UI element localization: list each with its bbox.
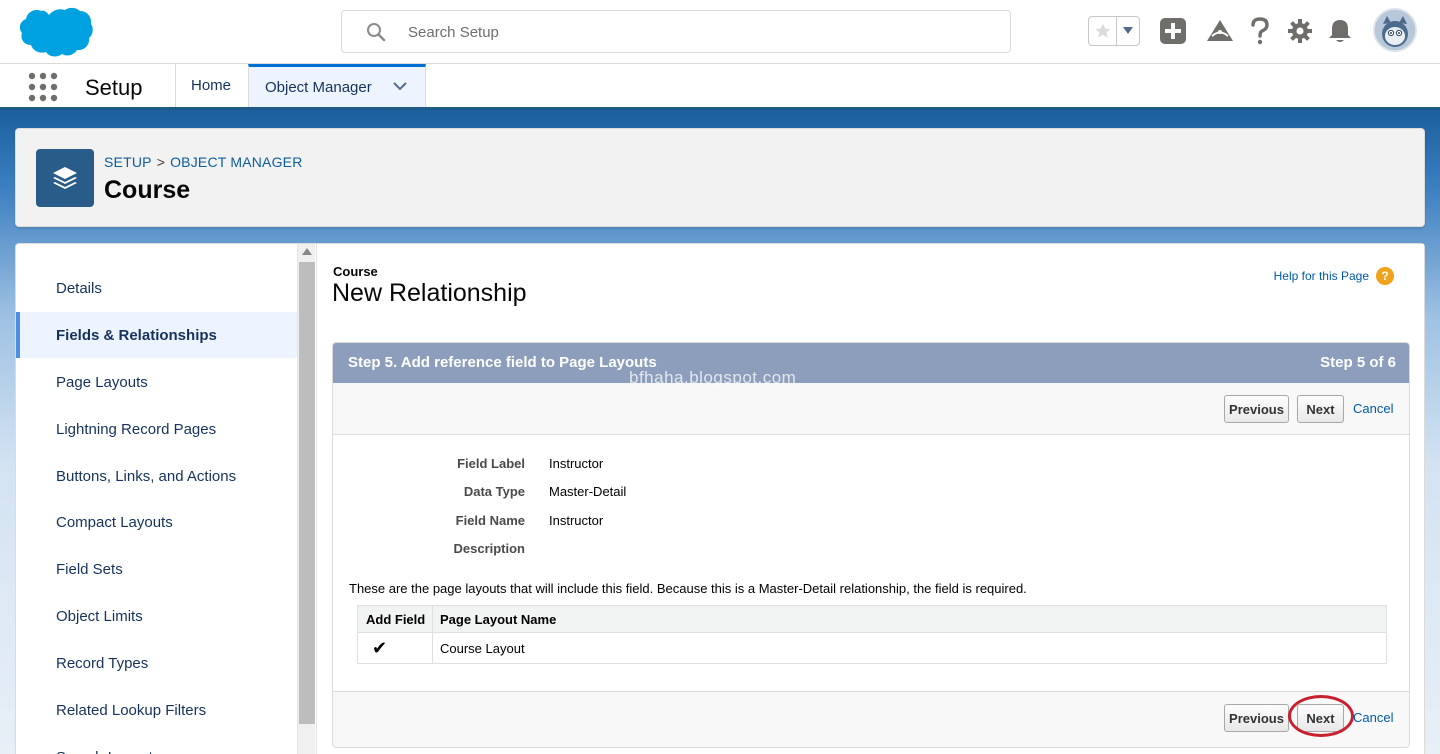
breadcrumb-separator: >: [156, 154, 166, 170]
favorites-group: [1088, 16, 1140, 46]
breadcrumb-object-manager[interactable]: OBJECT MANAGER: [170, 154, 302, 170]
previous-button[interactable]: Previous: [1224, 395, 1289, 423]
sidebar-item-compact-layouts[interactable]: Compact Layouts: [16, 499, 297, 545]
step-title: Step 5. Add reference field to Page Layo…: [348, 354, 657, 371]
page-layout-table: Add Field Page Layout Name ✔ Course Layo…: [357, 605, 1387, 664]
global-actions-plus-icon[interactable]: [1158, 16, 1188, 46]
sidebar-scrollbar[interactable]: [297, 244, 315, 754]
sidebar-item-field-sets[interactable]: Field Sets: [16, 546, 297, 592]
table-row: ✔ Course Layout: [358, 633, 1386, 663]
app-launcher-icon[interactable]: [28, 72, 58, 102]
previous-button[interactable]: Previous: [1224, 704, 1289, 732]
field-name-value: Instructor: [549, 513, 604, 528]
field-name-label: Field Name: [455, 513, 525, 528]
step-counter: Step 5 of 6: [1320, 354, 1396, 371]
global-header: [0, 0, 1440, 64]
sidebar-item-page-layouts[interactable]: Page Layouts: [16, 359, 297, 405]
tab-home[interactable]: Home: [175, 64, 248, 107]
object-label: Course: [333, 264, 378, 279]
help-icon[interactable]: [1245, 16, 1275, 46]
scroll-thumb[interactable]: [299, 262, 315, 724]
sidebar-item-search-layouts[interactable]: Search Layouts: [16, 734, 297, 754]
chevron-down-icon[interactable]: [393, 79, 407, 93]
sidebar-item-lightning-record-pages[interactable]: Lightning Record Pages: [16, 406, 297, 452]
step-body: Field Label Instructor Data Type Master-…: [333, 435, 1409, 691]
next-button[interactable]: Next: [1297, 395, 1344, 423]
help-question-icon: ?: [1376, 267, 1394, 285]
info-text: These are the page layouts that will inc…: [349, 581, 1027, 596]
sidebar-item-fields-relationships[interactable]: Fields & Relationships: [16, 312, 297, 358]
help-link-label: Help for this Page: [1273, 269, 1369, 283]
tab-object-manager[interactable]: Object Manager: [248, 64, 426, 107]
favorites-star-icon[interactable]: [1089, 17, 1117, 45]
top-button-row: Previous Next Cancel: [333, 383, 1409, 435]
app-nav-bar: Setup Home Object Manager: [0, 64, 1440, 110]
notifications-bell-icon[interactable]: [1325, 16, 1355, 46]
data-type-label: Data Type: [463, 484, 525, 499]
help-link[interactable]: Help for this Page ?: [1274, 267, 1394, 285]
sidebar-item-related-lookup-filters[interactable]: Related Lookup Filters: [16, 687, 297, 733]
breadcrumb: SETUP > OBJECT MANAGER: [104, 154, 303, 170]
field-label-value: Instructor: [549, 456, 604, 471]
step-header: Step 5. Add reference field to Page Layo…: [333, 343, 1409, 383]
search-input[interactable]: [408, 20, 988, 44]
description-label: Description: [453, 541, 525, 556]
table-header-row: Add Field Page Layout Name: [358, 606, 1386, 633]
user-avatar[interactable]: [1373, 8, 1417, 52]
field-label-label: Field Label: [457, 456, 525, 471]
search-box[interactable]: [341, 10, 1011, 53]
object-title: Course: [104, 176, 191, 204]
checkmark-icon[interactable]: ✔: [372, 638, 387, 659]
page-title: New Relationship: [332, 279, 527, 307]
tab-home-label: Home: [191, 77, 232, 94]
add-field-cell: ✔: [358, 633, 433, 663]
column-header-page-layout-name: Page Layout Name: [440, 611, 557, 627]
column-header-add-field: Add Field: [358, 606, 433, 632]
content-panel: Course New Relationship Help for this Pa…: [316, 244, 1424, 754]
favorites-dropdown-icon[interactable]: [1117, 17, 1139, 45]
sidebar-item-buttons-links-actions[interactable]: Buttons, Links, and Actions: [16, 453, 297, 499]
cancel-link[interactable]: Cancel: [1353, 401, 1393, 416]
scroll-up-arrow-icon[interactable]: [302, 248, 312, 255]
setup-gear-icon[interactable]: [1285, 16, 1315, 46]
object-layers-icon: [36, 149, 94, 207]
bottom-button-row: Previous Next Cancel: [333, 691, 1409, 743]
sidebar-item-record-types[interactable]: Record Types: [16, 640, 297, 686]
data-type-value: Master-Detail: [549, 484, 627, 499]
app-name: Setup: [85, 75, 143, 100]
page-layout-name-cell: Course Layout: [440, 640, 525, 656]
main-container: Details Fields & Relationships Page Layo…: [15, 243, 1425, 754]
step-panel: Step 5. Add reference field to Page Layo…: [332, 342, 1410, 748]
tab-object-manager-label: Object Manager: [265, 78, 372, 96]
cancel-link[interactable]: Cancel: [1353, 710, 1393, 725]
sidebar: Details Fields & Relationships Page Layo…: [16, 244, 297, 754]
search-icon: [367, 23, 386, 42]
sidebar-item-object-limits[interactable]: Object Limits: [16, 593, 297, 639]
salesforce-cloud-logo[interactable]: [18, 6, 94, 58]
breadcrumb-setup[interactable]: SETUP: [104, 154, 152, 170]
object-header: SETUP > OBJECT MANAGER Course: [15, 128, 1425, 227]
trailhead-icon[interactable]: [1205, 16, 1235, 46]
sidebar-item-details[interactable]: Details: [16, 265, 297, 311]
next-button[interactable]: Next: [1297, 704, 1344, 732]
